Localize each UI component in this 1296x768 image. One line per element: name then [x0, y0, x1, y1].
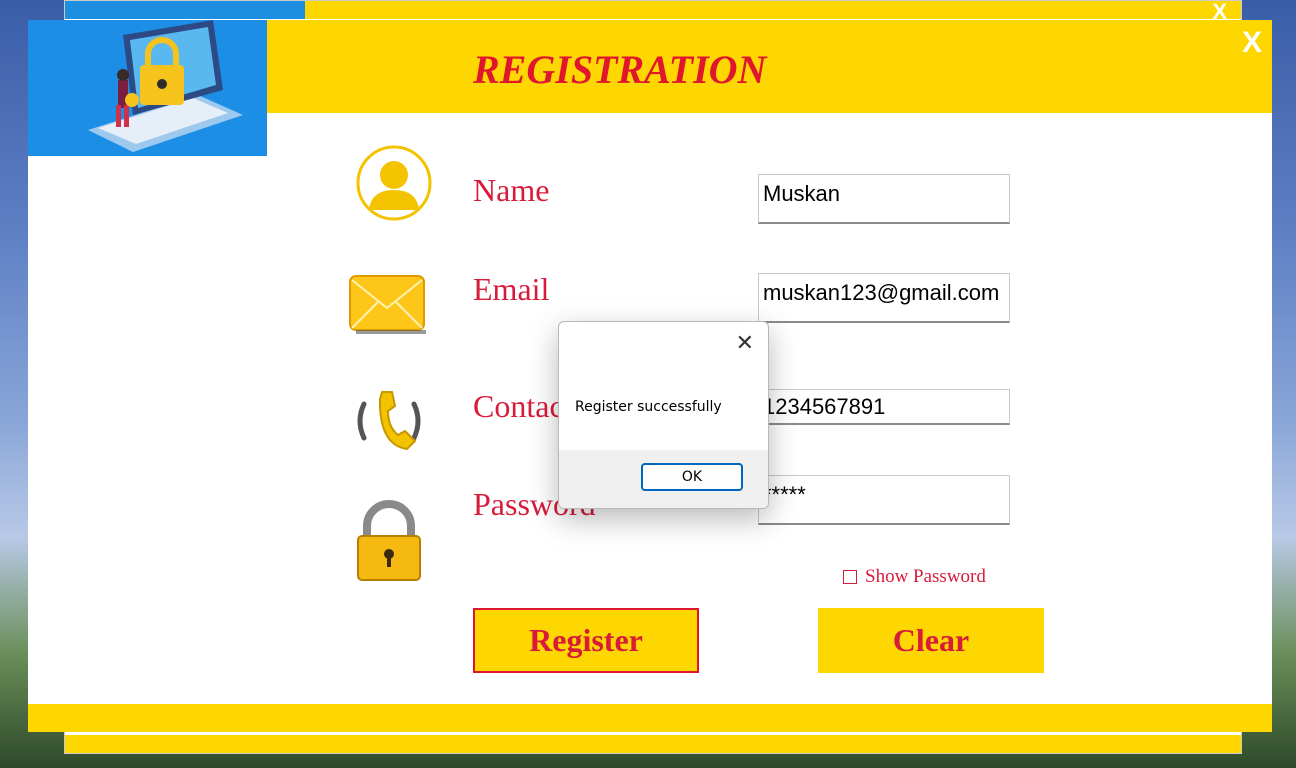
- padlock-icon: [355, 500, 423, 589]
- name-label: Name: [473, 172, 550, 208]
- show-password-checkbox[interactable]: Show Password: [843, 566, 986, 588]
- password-field[interactable]: *****: [758, 475, 1010, 525]
- email-label: Email: [473, 271, 550, 307]
- user-icon: [355, 144, 433, 227]
- show-password-label: Show Password: [865, 566, 986, 587]
- ok-button[interactable]: OK: [641, 463, 743, 491]
- laptop-lock-illustration: [28, 20, 267, 156]
- footer-bar: [28, 704, 1272, 732]
- dialog-message: Register successfully: [575, 399, 722, 415]
- name-field[interactable]: Muskan: [758, 174, 1010, 224]
- envelope-icon: [348, 274, 428, 341]
- background-window-close-icon[interactable]: X: [1212, 1, 1227, 23]
- email-field[interactable]: muskan123@gmail.com: [758, 273, 1010, 323]
- contact-field[interactable]: 1234567891: [758, 389, 1010, 425]
- page-title: REGISTRATION: [473, 47, 767, 92]
- message-dialog: ✕ Register successfully OK: [558, 321, 769, 509]
- clear-button[interactable]: Clear: [818, 608, 1044, 673]
- register-button[interactable]: Register: [473, 608, 699, 673]
- phone-icon: [354, 386, 424, 461]
- dialog-button-bar: OK: [559, 450, 768, 508]
- background-window-logo-strip: [65, 1, 305, 19]
- dialog-close-icon[interactable]: ✕: [736, 330, 754, 356]
- background-window-header: [305, 1, 1241, 19]
- background-window-footer: [65, 735, 1241, 753]
- close-icon[interactable]: X: [1242, 26, 1262, 60]
- checkbox-box[interactable]: [843, 570, 857, 584]
